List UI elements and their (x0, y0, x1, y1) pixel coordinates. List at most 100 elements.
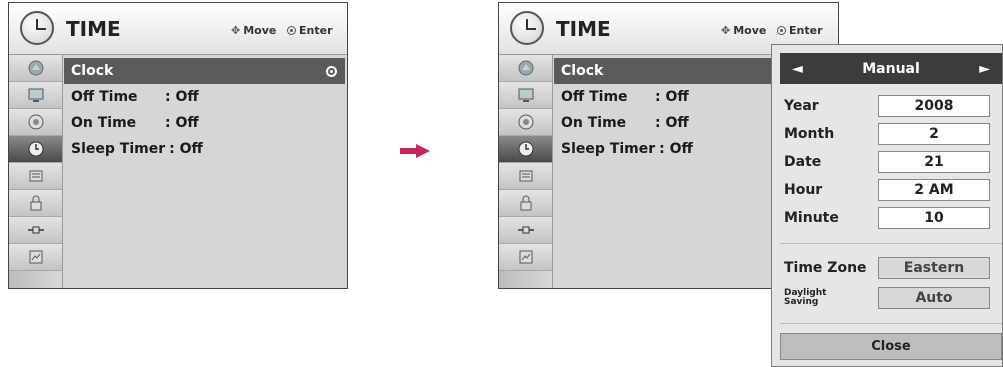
menu-item-label: Clock (561, 63, 604, 79)
clock-logo-icon (510, 11, 544, 45)
popup-divider (780, 323, 1002, 324)
sidebar-item-usb[interactable] (499, 244, 552, 271)
month-row: Month 2 (784, 121, 1002, 147)
daylight-saving-label: Daylight Saving (784, 289, 878, 307)
enter-hint: Enter (777, 24, 823, 37)
menu-item-on-time[interactable]: On Time : Off (64, 110, 345, 136)
menu-title: TIME (66, 17, 121, 41)
minute-value[interactable]: 10 (878, 207, 990, 229)
menu-item-value: : Off (165, 115, 199, 131)
audio-icon (518, 114, 533, 130)
time-icon (28, 141, 43, 157)
year-row: Year 2008 (784, 93, 1002, 119)
time-icon (518, 141, 533, 157)
usb-icon (519, 250, 532, 264)
menu-item-label: Sleep Timer (561, 141, 656, 157)
time-zone-row: Time Zone Eastern (784, 255, 1002, 281)
move-hint: ✥ Move (721, 24, 766, 37)
enter-select-icon (326, 65, 337, 77)
minute-label: Minute (784, 210, 839, 226)
daylight-saving-row: Daylight Saving Auto (784, 285, 1002, 311)
sidebar-item-lock[interactable] (499, 190, 552, 217)
time-zone-value: Eastern (878, 257, 990, 279)
sidebar-item-audio[interactable] (9, 109, 62, 136)
enter-hint-label: Enter (789, 24, 823, 37)
picture-icon (518, 60, 533, 76)
option-icon (29, 170, 42, 182)
menu-item-value: : Off (165, 89, 199, 105)
minute-row: Minute 10 (784, 205, 1002, 231)
screen-icon (28, 88, 43, 102)
usb-icon (29, 250, 42, 264)
date-row: Date 21 (784, 149, 1002, 175)
enter-button-icon (777, 26, 786, 35)
menu-item-clock[interactable]: Clock (64, 58, 345, 84)
sidebar-item-time[interactable] (9, 136, 62, 163)
time-menu-list: Clock Off Time : Off On Time : Off Sleep… (64, 58, 345, 162)
menu-item-label: Off Time (71, 89, 138, 105)
hour-value[interactable]: 2 AM (878, 179, 990, 201)
sidebar-item-option[interactable] (499, 163, 552, 190)
category-sidebar (9, 55, 63, 288)
audio-icon (28, 114, 43, 130)
menu-item-label: On Time (561, 115, 627, 131)
menu-item-label: Clock (71, 63, 114, 79)
clock-mode-value: Manual (862, 60, 920, 77)
month-label: Month (784, 126, 835, 142)
menu-title: TIME (556, 17, 611, 41)
enter-button-icon (287, 26, 296, 35)
year-label: Year (784, 98, 819, 114)
move-arrows-icon: ✥ (721, 24, 731, 37)
daylight-label-line2: Saving (784, 297, 819, 307)
menu-header: TIME ✥ Move Enter (9, 3, 347, 55)
time-zone-label: Time Zone (784, 260, 867, 276)
move-arrows-icon: ✥ (231, 24, 241, 37)
sidebar-item-screen[interactable] (9, 82, 62, 109)
sidebar-item-picture[interactable] (499, 55, 552, 82)
move-hint: ✥ Move (231, 24, 276, 37)
picture-icon (28, 60, 43, 76)
category-sidebar (499, 55, 553, 288)
sidebar-item-audio[interactable] (499, 109, 552, 136)
daylight-saving-value: Auto (878, 287, 990, 309)
menu-item-sleep-timer[interactable]: Sleep Timer : Off (64, 136, 345, 162)
menu-item-off-time[interactable]: Off Time : Off (64, 84, 345, 110)
menu-item-value: : Off (655, 89, 689, 105)
menu-item-value: : Off (655, 115, 689, 131)
sidebar-item-input[interactable] (9, 217, 62, 244)
move-hint-label: Move (733, 24, 767, 37)
menu-item-label: Off Time (561, 89, 628, 105)
mode-right-arrow-icon[interactable]: ► (979, 61, 990, 77)
enter-hint-label: Enter (299, 24, 333, 37)
time-menu-panel: TIME ✥ Move Enter Clock Off Time : Off O… (8, 2, 348, 289)
sidebar-item-usb[interactable] (9, 244, 62, 271)
popup-divider (780, 243, 1002, 244)
menu-item-label: Sleep Timer (71, 141, 166, 157)
screen-icon (518, 88, 533, 102)
input-icon (517, 226, 534, 234)
sidebar-item-picture[interactable] (9, 55, 62, 82)
menu-item-label: On Time (71, 115, 137, 131)
month-value[interactable]: 2 (878, 123, 990, 145)
move-hint-label: Move (243, 24, 277, 37)
year-value[interactable]: 2008 (878, 95, 990, 117)
option-icon (519, 170, 532, 182)
lock-icon (30, 195, 41, 211)
lock-icon (520, 195, 531, 211)
sidebar-item-lock[interactable] (9, 190, 62, 217)
sidebar-item-screen[interactable] (499, 82, 552, 109)
close-button[interactable]: Close (780, 333, 1002, 360)
date-label: Date (784, 154, 822, 170)
clock-logo-icon (20, 11, 54, 45)
menu-item-value: : Off (169, 141, 203, 157)
sidebar-item-input[interactable] (499, 217, 552, 244)
transition-arrow-icon (400, 144, 430, 158)
clock-settings-popup: ◄ Manual ► Year 2008 Month 2 Date 21 Hou… (771, 44, 1003, 367)
sidebar-item-option[interactable] (9, 163, 62, 190)
sidebar-item-time[interactable] (499, 136, 552, 163)
enter-hint: Enter (287, 24, 333, 37)
hour-label: Hour (784, 182, 823, 198)
clock-mode-selector[interactable]: ◄ Manual ► (780, 53, 1002, 84)
date-value[interactable]: 21 (878, 151, 990, 173)
mode-left-arrow-icon[interactable]: ◄ (792, 61, 803, 77)
